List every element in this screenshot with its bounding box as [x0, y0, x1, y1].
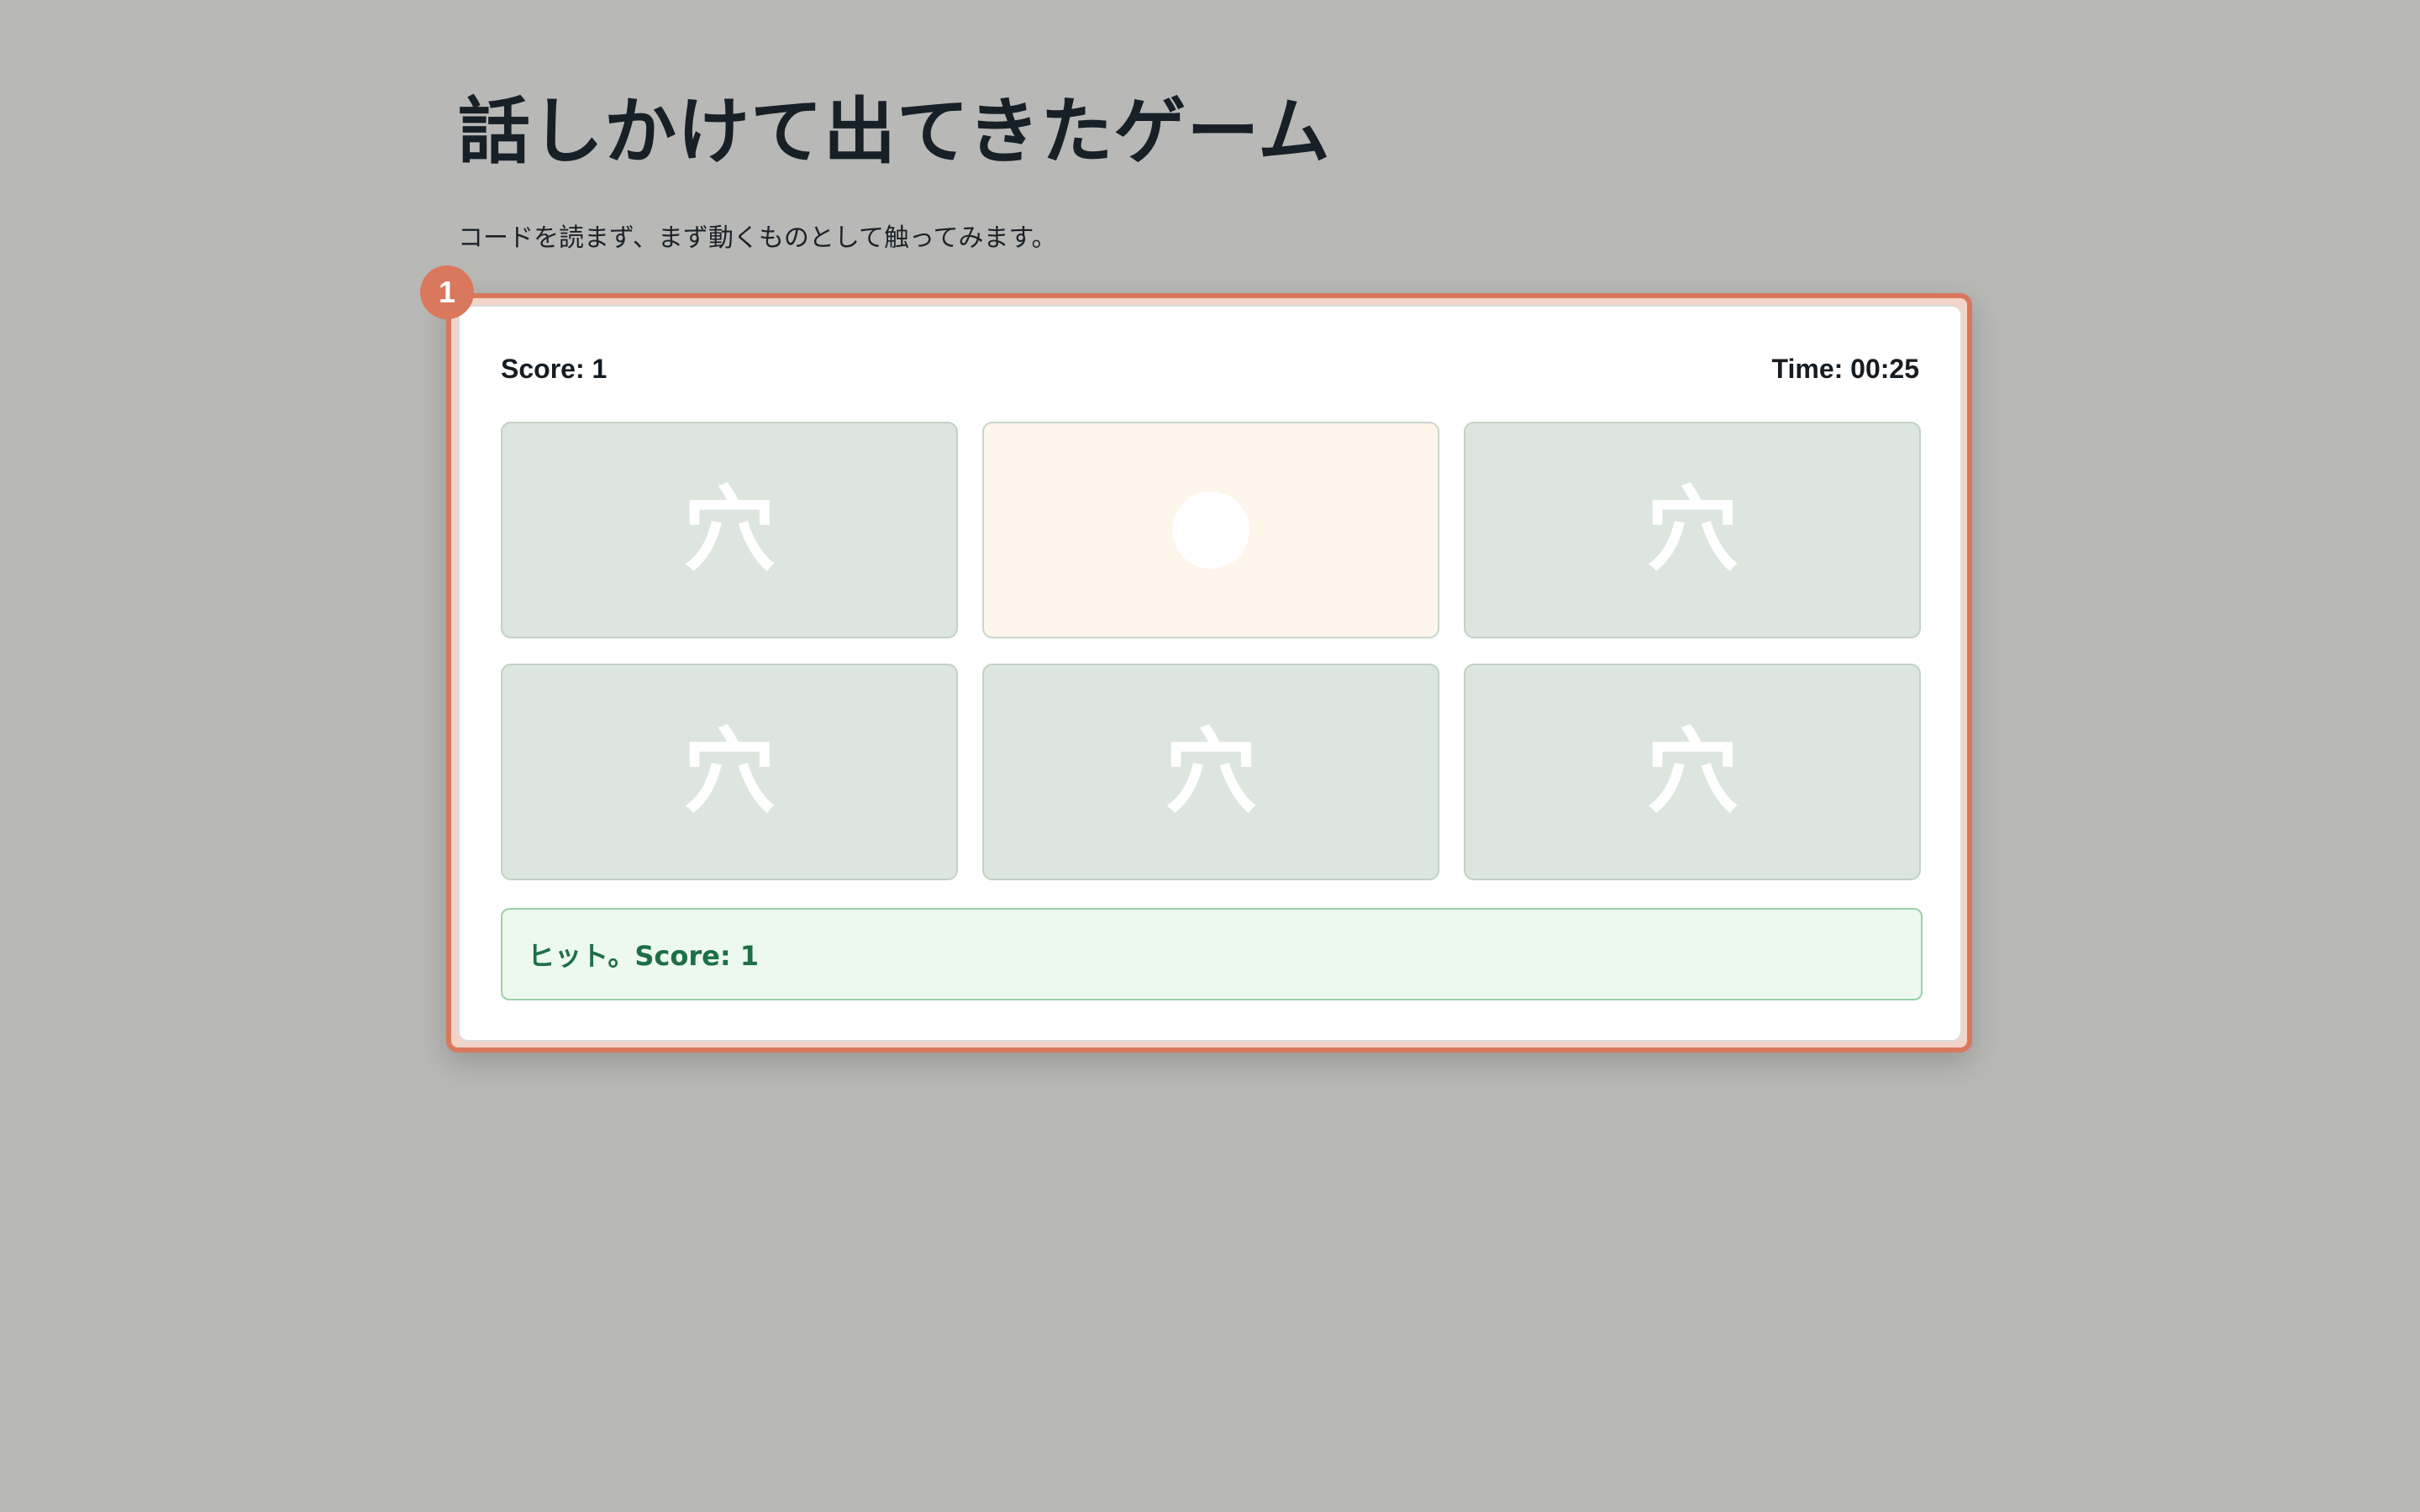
hole-5[interactable]: 穴	[982, 664, 1439, 880]
hole-3[interactable]: 穴	[1464, 422, 1921, 638]
hole-2-mole[interactable]	[982, 422, 1439, 638]
hole-6[interactable]: 穴	[1464, 664, 1921, 880]
hole-4[interactable]: 穴	[501, 664, 958, 880]
page-title: 話しかけて出てきたゲーム	[458, 90, 1331, 174]
hole-label: 穴	[683, 718, 776, 826]
score-display: Score: 1	[501, 354, 608, 384]
timer-display: Time: 00:25	[1771, 354, 1920, 384]
game-panel: Score: 1 Time: 00:25 穴 穴 穴 穴 穴 ヒット。Score…	[458, 305, 1962, 1042]
page-subtitle: コードを読まず、まず動くものとして触ってみます。	[458, 223, 1057, 253]
step-badge: 1	[420, 265, 474, 319]
status-message: ヒット。Score: 1	[501, 908, 1923, 1000]
hole-label: 穴	[1646, 718, 1739, 826]
hole-label: 穴	[683, 476, 776, 584]
mole-icon	[1172, 491, 1249, 569]
hole-label: 穴	[1646, 476, 1739, 584]
hole-label: 穴	[1165, 718, 1257, 826]
hole-1[interactable]: 穴	[501, 422, 958, 638]
